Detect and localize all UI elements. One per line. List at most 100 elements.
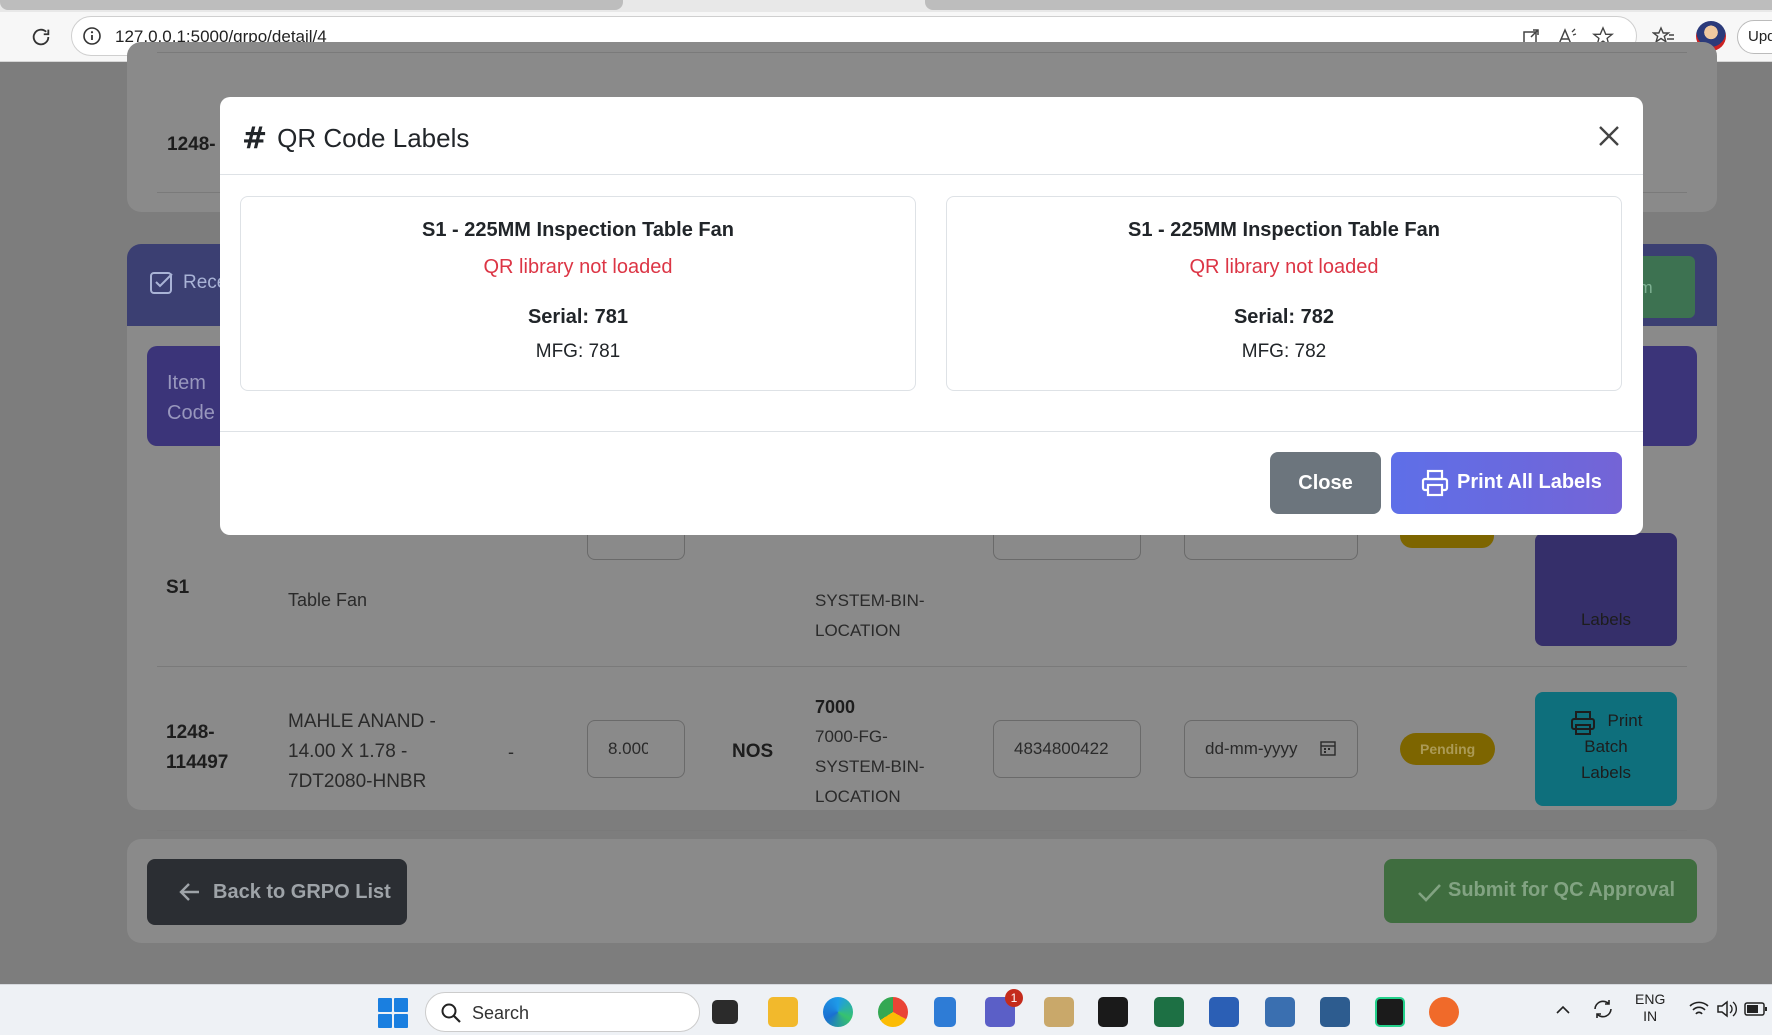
warehouse-line: SYSTEM-BIN- (815, 591, 925, 610)
calculator-icon[interactable] (1265, 997, 1295, 1027)
qr-label-card: S1 - 225MM Inspection Table Fan QR libra… (946, 196, 1622, 391)
back-to-list-button[interactable]: Back to GRPO List (147, 859, 407, 925)
chevron-up-icon[interactable] (1555, 1003, 1571, 1015)
printer-icon (1421, 469, 1449, 497)
close-button[interactable]: Close (1270, 452, 1381, 514)
file-explorer-icon[interactable] (768, 997, 798, 1027)
print-batch-text: Print (1607, 711, 1643, 730)
teams-notification-badge: 1 (1005, 989, 1023, 1007)
submit-button-label: Submit for QC Approval (1448, 879, 1676, 901)
battery-icon[interactable] (1744, 1001, 1768, 1017)
taskbar-search[interactable]: Search (425, 992, 700, 1032)
word-icon[interactable] (1209, 997, 1239, 1027)
row-divider (157, 830, 1687, 831)
warehouse-line: LOCATION (815, 787, 901, 806)
label-item-name: S1 - 225MM Inspection Table Fan (1128, 219, 1440, 241)
qr-label-card: S1 - 225MM Inspection Table Fan QR libra… (240, 196, 916, 391)
hash-icon: # (242, 121, 268, 156)
excel-icon[interactable] (1154, 997, 1184, 1027)
back-button-label: Back to GRPO List (213, 881, 391, 903)
teams-icon[interactable]: 1 (985, 989, 1023, 1027)
modal-header: # QR Code Labels (220, 97, 1643, 175)
row-description: Table Fan (288, 590, 368, 610)
task-view-icon[interactable] (712, 1000, 738, 1024)
language-code: ENG (1635, 991, 1666, 1007)
warehouse-line: SYSTEM-BIN- (815, 757, 925, 776)
notepad-icon[interactable] (934, 997, 956, 1027)
print-labels-button[interactable]: Labels (1535, 533, 1677, 646)
app-icon[interactable] (1044, 997, 1074, 1027)
print-batch-text: Batch (1584, 737, 1628, 756)
update-button[interactable]: Upd (1737, 20, 1772, 54)
check-icon (1418, 884, 1441, 902)
checkbox-icon (149, 270, 175, 296)
close-icon[interactable] (1596, 123, 1622, 149)
sync-icon[interactable] (1591, 997, 1615, 1021)
modal-title: # QR Code Labels (242, 121, 469, 156)
row-item-code: S1 (166, 577, 190, 598)
browser-tab[interactable] (925, 0, 1772, 10)
status-badge (1400, 534, 1494, 548)
warehouse-line: LOCATION (815, 621, 901, 640)
volume-icon[interactable] (1716, 999, 1738, 1019)
arrow-left-icon (179, 883, 199, 901)
site-info-icon[interactable] (82, 26, 102, 46)
date-input[interactable] (1184, 534, 1358, 560)
label-item-name: S1 - 225MM Inspection Table Fan (422, 219, 734, 241)
row-description: 7DT2080-HNBR (288, 771, 427, 792)
modal-title-text: QR Code Labels (277, 123, 470, 153)
app-icon[interactable] (1429, 997, 1459, 1027)
date-placeholder: dd-mm-yyyy (1205, 739, 1298, 758)
qr-labels-modal: # QR Code Labels S1 - 225MM Inspection T… (220, 97, 1643, 535)
print-all-labels-button[interactable]: Print All Labels (1391, 452, 1622, 514)
quantity-input[interactable] (587, 534, 685, 560)
warehouse-line: 7000-FG- (815, 727, 888, 746)
browser-tab[interactable] (0, 0, 623, 10)
app-icon[interactable] (1320, 997, 1350, 1027)
row-description: 14.00 X 1.78 - (288, 741, 408, 762)
qr-error-message: QR library not loaded (1189, 256, 1379, 278)
row-uom: NOS (732, 741, 774, 762)
quantity-value: 8.000 (608, 739, 648, 758)
row-item-code: 1248- (166, 722, 215, 743)
region-code: IN (1643, 1008, 1658, 1024)
wifi-icon[interactable] (1688, 999, 1710, 1019)
row-dash: - (508, 742, 514, 762)
language-indicator[interactable]: ENG IN (1635, 991, 1665, 1025)
search-icon (441, 1003, 461, 1023)
date-input[interactable]: dd-mm-yyyy (1184, 720, 1358, 778)
row-item-code: 1248- (167, 134, 216, 155)
row-divider (157, 666, 1687, 667)
quantity-input[interactable]: 8.000 (587, 720, 685, 778)
submit-qc-button[interactable]: Submit for QC Approval (1384, 859, 1697, 923)
print-batch-text: Labels (1580, 763, 1632, 782)
print-labels-text: Labels (1580, 610, 1632, 629)
row-item-code: 114497 (166, 752, 229, 773)
label-mfg: MFG: 781 (535, 341, 621, 362)
batch-input[interactable] (993, 534, 1141, 560)
windows-start-icon[interactable] (378, 998, 408, 1028)
warehouse-code: 7000 (815, 697, 856, 717)
column-header-item-code: Item Code (167, 372, 215, 424)
edge-browser-icon[interactable] (823, 997, 853, 1027)
status-badge: Pending (1400, 733, 1496, 765)
printer-icon (1571, 711, 1595, 735)
actions-card: Back to GRPO List Submit for QC Approval (127, 839, 1717, 943)
label-serial: Serial: 782 (1233, 306, 1335, 328)
batch-input[interactable]: 4834800422 (993, 720, 1141, 778)
label-mfg: MFG: 782 (1241, 341, 1327, 362)
calendar-icon[interactable] (1319, 739, 1337, 757)
print-all-label: Print All Labels (1457, 471, 1602, 493)
modal-footer: Close Print All Labels (220, 431, 1643, 535)
pycharm-icon[interactable] (1375, 997, 1405, 1027)
chrome-icon[interactable] (878, 997, 908, 1027)
label-serial: Serial: 781 (527, 306, 629, 328)
qr-error-message: QR library not loaded (483, 256, 673, 278)
app-icon[interactable] (1098, 997, 1128, 1027)
row-description: MAHLE ANAND - (288, 711, 436, 732)
tab-strip (0, 0, 1772, 12)
windows-taskbar: Search 1 ENG IN (0, 984, 1772, 1035)
print-batch-labels-button[interactable]: Print Batch Labels (1535, 692, 1677, 806)
taskbar-search-label: Search (472, 1003, 530, 1023)
reload-icon[interactable] (26, 22, 56, 52)
